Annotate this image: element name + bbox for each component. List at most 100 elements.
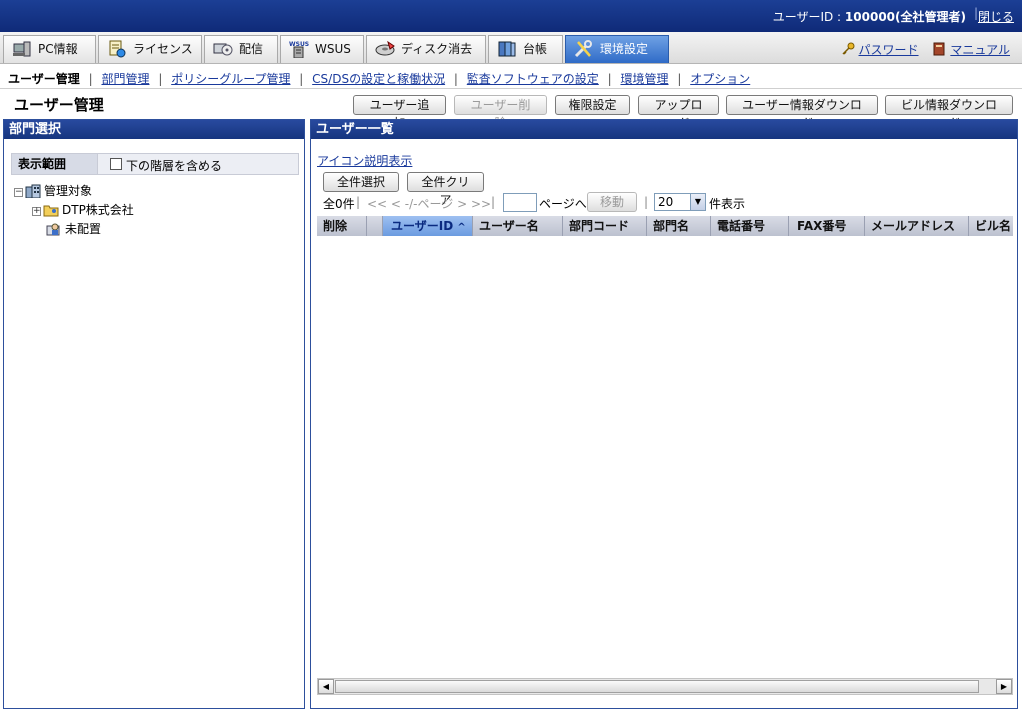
disk-erase-icon bbox=[375, 40, 395, 56]
total-count: 全0件 bbox=[323, 197, 355, 211]
download-user-info-button[interactable]: ユーザー情報ダウンロード bbox=[726, 95, 878, 130]
subnav-separator: | bbox=[299, 72, 304, 86]
tab-wsus[interactable]: WSUS WSUS bbox=[280, 35, 364, 63]
per-page-select[interactable]: 20 ▼ bbox=[654, 193, 706, 211]
subnav-separator: | bbox=[158, 72, 163, 86]
building-icon bbox=[25, 184, 41, 198]
department-select-panel: 部門選択 表示範囲 下の階層を含める − 管理対象 + DTP株式会社 未配置 bbox=[3, 119, 305, 709]
page-number-input[interactable] bbox=[503, 193, 537, 212]
subnav-current-user-management: ユーザー管理 bbox=[8, 72, 80, 86]
unassigned-user-icon bbox=[46, 223, 60, 236]
per-page-value: 20 bbox=[658, 195, 674, 209]
tree-node-unassigned[interactable]: 未配置 bbox=[44, 220, 101, 238]
password-link-wrap: パスワード bbox=[841, 42, 923, 57]
manual-book-icon bbox=[933, 42, 945, 56]
column-user-id[interactable]: ユーザーID ^ bbox=[383, 216, 473, 236]
column-delete[interactable]: 削除 bbox=[317, 216, 367, 236]
folder-group-icon bbox=[43, 205, 59, 217]
column-building[interactable]: ビル名 bbox=[969, 216, 1013, 236]
include-lower-checkbox[interactable] bbox=[110, 158, 122, 170]
manual-link[interactable]: マニュアル bbox=[950, 43, 1010, 57]
tab-settings[interactable]: 環境設定 bbox=[565, 35, 669, 63]
subnav-link-options[interactable]: オプション bbox=[690, 72, 750, 86]
tab-disk-erase-label: ディスク消去 bbox=[401, 42, 473, 56]
tab-delivery[interactable]: 配信 bbox=[204, 35, 278, 63]
subnav-link-policy-group[interactable]: ポリシーグループ管理 bbox=[171, 72, 290, 86]
scroll-thumb[interactable] bbox=[335, 680, 979, 693]
scroll-right-arrow-icon[interactable]: ▶ bbox=[996, 679, 1012, 694]
add-user-button[interactable]: ユーザー追加 bbox=[353, 95, 446, 130]
permission-settings-button[interactable]: 権限設定 bbox=[555, 95, 630, 115]
dropdown-arrow-icon: ▼ bbox=[690, 194, 705, 210]
horizontal-scrollbar[interactable]: ◀ ▶ bbox=[317, 678, 1013, 695]
tab-disk-erase[interactable]: ディスク消去 bbox=[366, 35, 486, 63]
manual-link-wrap: マニュアル bbox=[932, 42, 1010, 57]
icon-legend-link[interactable]: アイコン説明表示 bbox=[317, 152, 412, 169]
subnav-separator: | bbox=[88, 72, 93, 86]
subnav-link-csds-status[interactable]: CS/DSの設定と稼働状況 bbox=[312, 72, 445, 86]
license-icon bbox=[109, 40, 126, 58]
password-link[interactable]: パスワード bbox=[859, 43, 919, 57]
tab-license[interactable]: ライセンス bbox=[98, 35, 202, 63]
subnav-separator: | bbox=[607, 72, 612, 86]
column-dept-name[interactable]: 部門名 bbox=[647, 216, 711, 236]
scroll-left-arrow-icon[interactable]: ◀ bbox=[318, 679, 334, 694]
pager-separator: | bbox=[491, 195, 496, 209]
pc-icon bbox=[13, 41, 31, 57]
tree-node-root[interactable]: − 管理対象 bbox=[14, 182, 92, 200]
move-page-button[interactable]: 移動 bbox=[587, 192, 637, 212]
user-list-title: ユーザー一覧 bbox=[311, 120, 1017, 139]
settings-tools-icon bbox=[574, 40, 592, 58]
top-right-links: パスワード マニュアル bbox=[831, 41, 1010, 58]
subnav-link-audit-software[interactable]: 監査ソフトウェアの設定 bbox=[467, 72, 599, 86]
subnav-separator: | bbox=[453, 72, 458, 86]
tree-company-label: DTP株式会社 bbox=[62, 203, 134, 217]
column-dept-code[interactable]: 部門コード bbox=[563, 216, 647, 236]
tab-ledger-label: 台帳 bbox=[523, 42, 548, 56]
download-building-info-button[interactable]: ビル情報ダウンロード bbox=[885, 95, 1013, 130]
wsus-icon: WSUS bbox=[289, 41, 309, 58]
sort-ascending-icon: ^ bbox=[457, 222, 466, 233]
include-lower-label: 下の階層を含める bbox=[126, 159, 223, 173]
user-id-value: 100000(全社管理者) bbox=[844, 10, 966, 24]
column-fax[interactable]: FAX番号 bbox=[789, 216, 865, 236]
column-icon bbox=[367, 216, 383, 236]
subnav-link-department[interactable]: 部門管理 bbox=[101, 72, 149, 86]
pager-separator: | bbox=[356, 195, 361, 209]
tree-expand-toggle[interactable]: + bbox=[32, 207, 41, 216]
tab-delivery-label: 配信 bbox=[239, 42, 264, 56]
tab-wsus-label: WSUS bbox=[315, 42, 351, 56]
tree-collapse-toggle[interactable]: − bbox=[14, 188, 23, 197]
sub-navigation: ユーザー管理 | 部門管理 | ポリシーグループ管理 | CS/DSの設定と稼働… bbox=[0, 65, 1022, 89]
department-select-title: 部門選択 bbox=[4, 120, 304, 139]
page-to-label: ページへ bbox=[539, 197, 587, 211]
page-navigation: << < -/-ページ > >> bbox=[367, 197, 492, 211]
user-id-display: ユーザーID : 100000(全社管理者) bbox=[773, 8, 966, 25]
tab-license-label: ライセンス bbox=[133, 42, 193, 56]
upload-button[interactable]: アップロード bbox=[638, 95, 719, 130]
tree-node-company[interactable]: + DTP株式会社 bbox=[32, 201, 134, 219]
clear-all-button[interactable]: 全件クリア bbox=[407, 172, 484, 207]
subnav-separator: | bbox=[677, 72, 682, 86]
column-user-id-label: ユーザーID bbox=[391, 219, 454, 233]
ledger-icon bbox=[498, 41, 516, 57]
display-scope-row: 表示範囲 下の階層を含める bbox=[11, 153, 299, 175]
pager-separator: | bbox=[644, 195, 649, 209]
tab-pc-info[interactable]: PC情報 bbox=[3, 35, 96, 63]
tree-root-label: 管理対象 bbox=[44, 184, 93, 198]
page-title: ユーザー管理 bbox=[14, 96, 104, 114]
select-all-button[interactable]: 全件選択 bbox=[323, 172, 399, 192]
column-phone[interactable]: 電話番号 bbox=[711, 216, 789, 236]
user-id-label: ユーザーID : bbox=[772, 10, 845, 24]
column-email[interactable]: メールアドレス bbox=[865, 216, 969, 236]
delivery-icon bbox=[213, 43, 233, 56]
user-table-header: 削除 ユーザーID ^ ユーザー名 部門コード 部門名 電話番号 FAX番号 メ… bbox=[317, 216, 1013, 236]
display-scope-label: 表示範囲 bbox=[12, 154, 98, 174]
close-link[interactable]: 閉じる bbox=[978, 8, 1014, 25]
tab-ledger[interactable]: 台帳 bbox=[488, 35, 563, 63]
delete-user-button[interactable]: ユーザー削除 bbox=[454, 95, 547, 130]
tab-settings-label: 環境設定 bbox=[600, 42, 649, 56]
tab-pc-info-label: PC情報 bbox=[38, 42, 78, 56]
subnav-link-environment[interactable]: 環境管理 bbox=[621, 72, 669, 86]
column-user-name[interactable]: ユーザー名 bbox=[473, 216, 563, 236]
